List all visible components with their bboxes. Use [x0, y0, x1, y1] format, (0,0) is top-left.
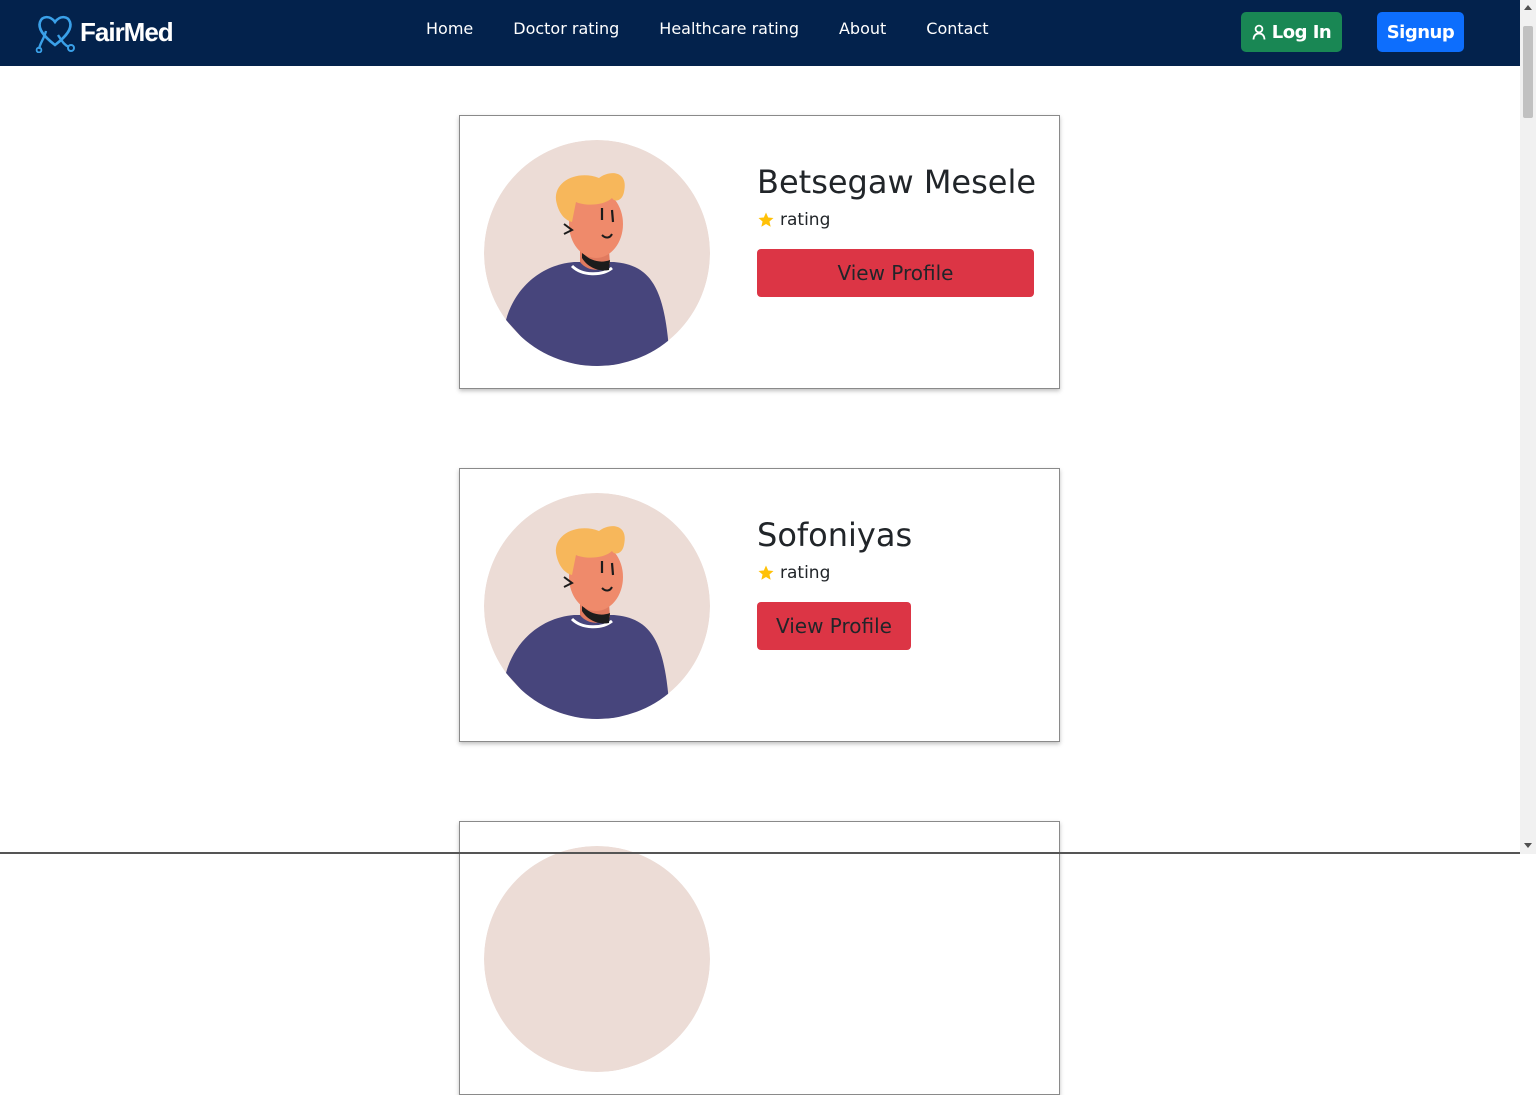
navbar: FairMed Home Doctor rating Healthcare ra… [0, 0, 1520, 66]
doctor-avatar [484, 493, 710, 719]
doctor-card: Sofoniyas rating View Profile [459, 468, 1060, 742]
scroll-down-icon[interactable] [1524, 843, 1532, 848]
scroll-up-icon[interactable] [1524, 5, 1532, 10]
star-icon [758, 212, 774, 227]
view-profile-button[interactable]: View Profile [757, 249, 1034, 297]
doctor-name: Sofoniyas [757, 516, 913, 554]
login-button[interactable]: Log In [1241, 12, 1342, 52]
view-profile-button[interactable]: View Profile [757, 602, 911, 650]
scroll-thumb[interactable] [1523, 26, 1533, 118]
brand-name: FairMed [80, 16, 174, 47]
doctor-rating: rating [757, 210, 830, 230]
page-scrollbar[interactable] [1520, 0, 1536, 854]
heart-stethoscope-icon [35, 15, 75, 53]
user-icon [1252, 24, 1266, 40]
signup-button[interactable]: Signup [1377, 12, 1464, 52]
rating-label: rating [780, 563, 831, 583]
login-label: Log In [1271, 21, 1332, 43]
doctor-name: Betsegaw Mesele [757, 163, 1037, 201]
star-icon [758, 565, 774, 580]
nav-healthcare-rating[interactable]: Healthcare rating [639, 18, 819, 40]
nav-contact[interactable]: Contact [906, 18, 1008, 40]
doctor-card: Betsegaw Mesele rating View Profile [459, 115, 1060, 389]
doctor-avatar [484, 846, 710, 1072]
signup-label: Signup [1386, 21, 1455, 43]
rating-label: rating [780, 210, 831, 230]
nav-about[interactable]: About [819, 18, 906, 40]
nav-doctor-rating[interactable]: Doctor rating [493, 18, 639, 40]
doctor-card [459, 821, 1060, 1095]
nav-home[interactable]: Home [406, 18, 493, 40]
doctor-avatar [484, 140, 710, 366]
main-nav: Home Doctor rating Healthcare rating Abo… [406, 18, 1009, 40]
brand-logo[interactable]: FairMed [34, 10, 174, 54]
doctor-rating: rating [757, 563, 830, 583]
